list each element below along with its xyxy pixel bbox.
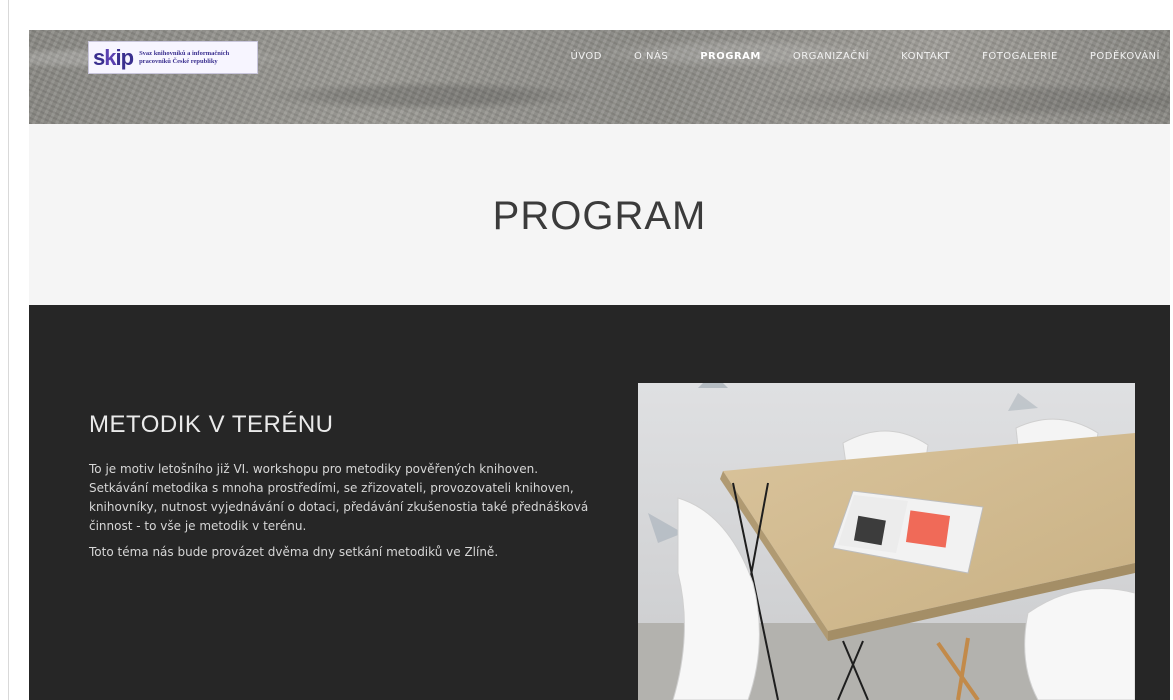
page: skip Svaz knihovníků a informačních prac… (29, 30, 1170, 700)
content-section: METODIK V TERÉNU To je motiv letošního j… (29, 305, 1170, 700)
logo-mark: skip (93, 44, 134, 70)
site-header: skip Svaz knihovníků a informačních prac… (29, 30, 1170, 124)
nav-item-o-nas[interactable]: O NÁS (634, 51, 668, 62)
section-paragraph-1: To je motiv letošního již VI. workshopu … (89, 462, 589, 533)
meeting-room-illustration (638, 383, 1135, 700)
nav-item-program[interactable]: PROGRAM (700, 51, 761, 62)
nav-item-fotogalerie[interactable]: FOTOGALERIE (982, 51, 1058, 62)
skip-logo[interactable]: skip Svaz knihovníků a informačních prac… (88, 41, 258, 74)
section-heading: METODIK V TERÉNU (89, 411, 334, 438)
section-paragraph-2: Toto téma nás bude provázet dvěma dny se… (89, 545, 499, 559)
nav-item-uvod[interactable]: ÚVOD (570, 51, 602, 62)
main-navigation: ÚVOD O NÁS PROGRAM ORGANIZAČNÍ KONTAKT F… (538, 51, 1160, 62)
title-band: PROGRAM (29, 124, 1170, 305)
page-title: PROGRAM (492, 194, 707, 238)
nav-item-organizacni[interactable]: ORGANIZAČNÍ (793, 51, 869, 62)
window-left-margin (0, 0, 9, 700)
meeting-room-photo (638, 383, 1135, 700)
logo-tagline: Svaz knihovníků a informačních pracovník… (139, 49, 230, 65)
nav-item-podekovani[interactable]: PODĚKOVÁNÍ (1090, 51, 1160, 62)
window-top-margin (0, 0, 1173, 30)
nav-item-kontakt[interactable]: KONTAKT (901, 51, 950, 62)
